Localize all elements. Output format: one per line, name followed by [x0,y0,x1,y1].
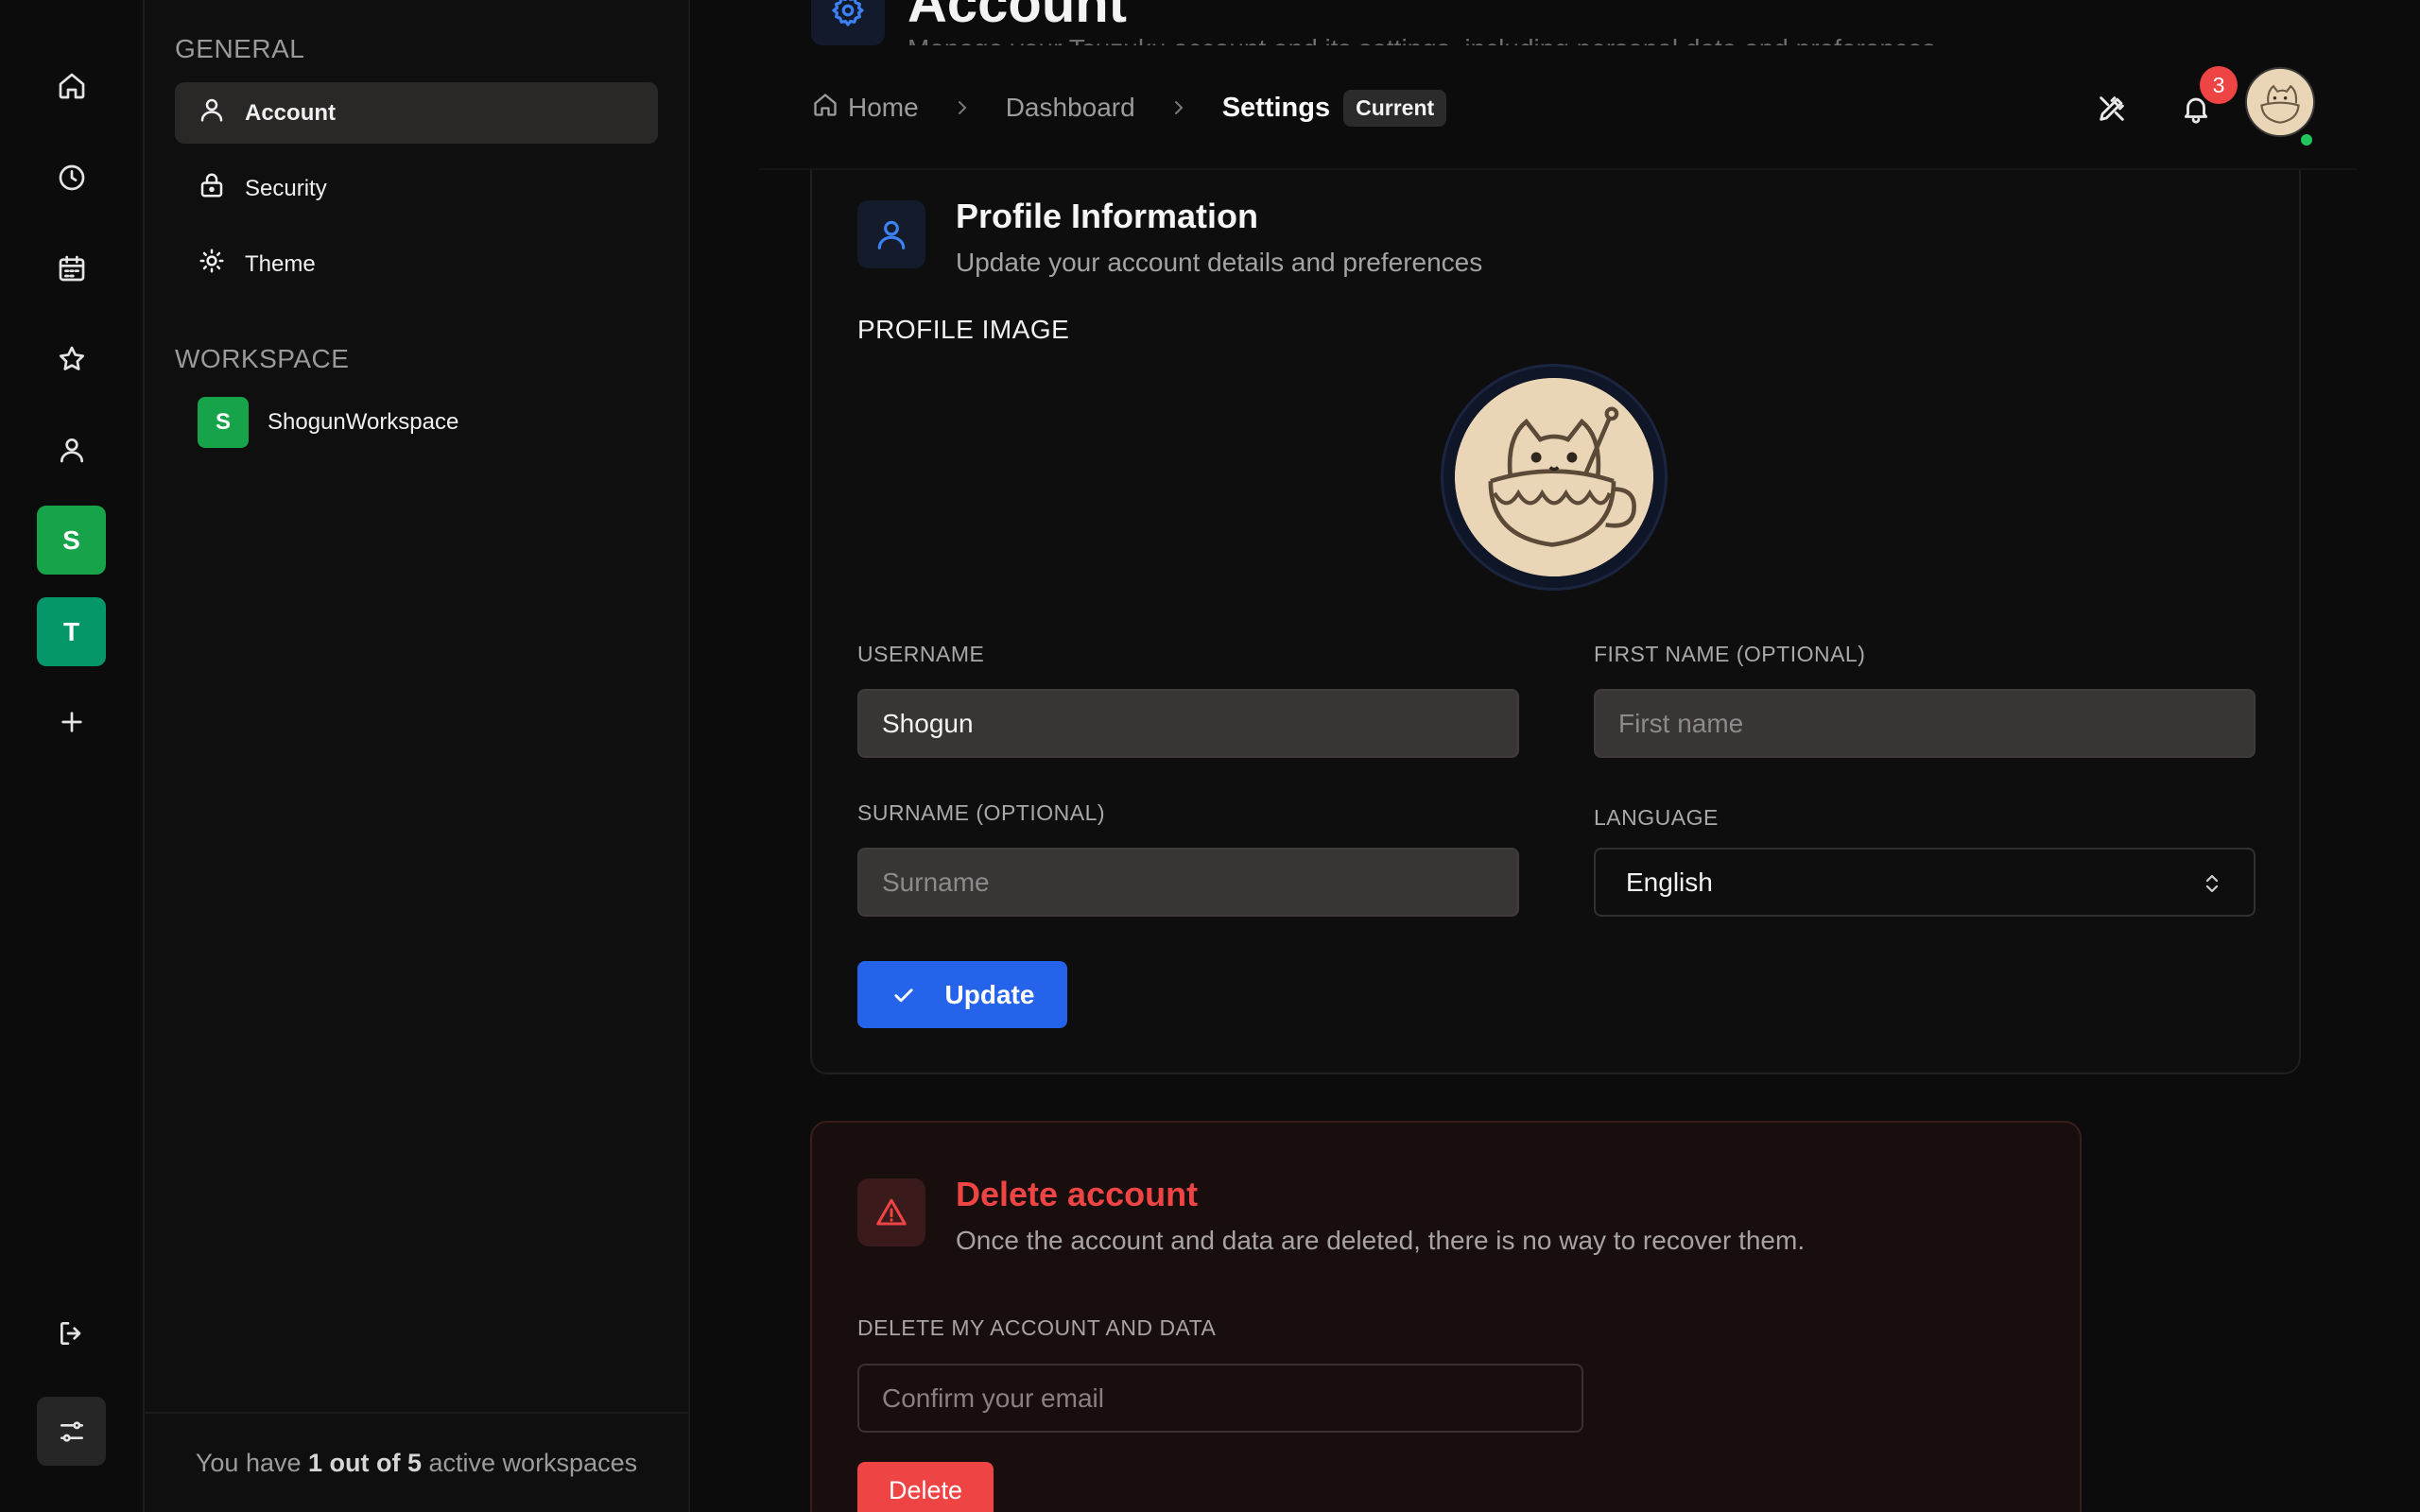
profile-card [810,170,2301,1074]
avatar[interactable] [2245,67,2315,137]
sidebar-item-label: Theme [245,250,316,277]
logout-icon[interactable] [37,1298,106,1367]
first-name-label: FIRST NAME (OPTIONAL) [1594,642,1866,666]
workspace-name: ShogunWorkspace [268,408,459,435]
workspace-tile-s[interactable]: S [37,506,106,575]
design-tools-icon[interactable] [2088,85,2135,132]
workspace-count-footer: You have 1 out of 5 active workspaces [145,1412,688,1512]
online-status-dot [2298,131,2315,148]
delete-account-title: Delete account [956,1175,1199,1213]
breadcrumb: Home Dashboard Settings Current [812,45,1447,170]
clock-icon[interactable] [37,143,106,212]
breadcrumb-dashboard[interactable]: Dashboard [1006,93,1135,123]
page-subtitle: Manage your Tsuzuku account and its sett… [908,34,1943,45]
workspace-avatar: S [198,396,249,448]
update-button[interactable]: Update [857,961,1067,1028]
add-workspace-icon[interactable] [37,687,106,756]
sidebar-item-security[interactable]: Security [175,158,658,219]
calendar-icon[interactable] [37,233,106,302]
first-name-input[interactable] [1594,689,2256,758]
delete-button[interactable]: Delete [857,1462,994,1512]
sidebar-item-label: Account [245,99,336,126]
sidebar-item-label: Security [245,175,327,201]
current-badge: Current [1343,89,1447,127]
update-button-label: Update [944,979,1035,1009]
page-header: Account Manage your Tsuzuku account and … [811,0,2308,45]
page-title: Account [908,0,1127,34]
star-icon[interactable] [37,324,106,393]
username-input[interactable] [857,689,1519,758]
home-icon [812,92,838,125]
profile-image[interactable] [1441,364,1668,591]
breadcrumb-current: Settings [1221,92,1331,123]
scrollbar[interactable] [2401,0,2420,1512]
language-select[interactable]: English [1594,848,2256,917]
sidebar-item-theme[interactable]: Theme [175,233,658,295]
user-icon [857,200,925,268]
sidebar-item-account[interactable]: Account [175,82,658,144]
icon-rail: S T [0,0,145,1512]
profile-card-title: Profile Information [956,197,1259,235]
confirm-email-input[interactable] [857,1364,1583,1433]
warning-triangle-icon [857,1178,925,1246]
sun-icon [198,247,245,282]
language-value: English [1626,867,1713,897]
profile-image-label: PROFILE IMAGE [857,315,1070,344]
cat-in-cup-avatar-illustration [1455,378,1653,576]
user-icon [198,95,245,130]
delete-account-subtitle: Once the account and data are deleted, t… [956,1226,1806,1255]
delete-field-label: DELETE MY ACCOUNT AND DATA [857,1315,1217,1340]
home-icon[interactable] [37,51,106,120]
gear-icon [811,0,885,45]
lock-icon [198,171,245,206]
section-label-general: GENERAL [175,34,305,63]
breadcrumb-home[interactable]: Home [812,92,919,125]
preferences-icon[interactable] [37,1397,106,1466]
profile-card-subtitle: Update your account details and preferen… [956,248,1483,277]
check-icon [893,988,913,1002]
sidebar-item-workspace[interactable]: S ShogunWorkspace [175,391,658,453]
surname-label: SURNAME (OPTIONAL) [857,800,1106,825]
section-label-workspace: WORKSPACE [175,344,350,373]
chevron-right-icon [1167,96,1190,119]
chevron-right-icon [951,96,974,119]
username-label: USERNAME [857,642,985,666]
chevron-up-down-icon [2205,874,2219,893]
notification-count-badge: 3 [2200,66,2238,104]
language-label: LANGUAGE [1594,805,1719,830]
workspace-tile-t[interactable]: T [37,597,106,666]
user-icon[interactable] [37,415,106,484]
settings-sidebar: GENERAL Account Security Theme WORKSPACE… [145,0,690,1512]
surname-input[interactable] [857,848,1519,917]
